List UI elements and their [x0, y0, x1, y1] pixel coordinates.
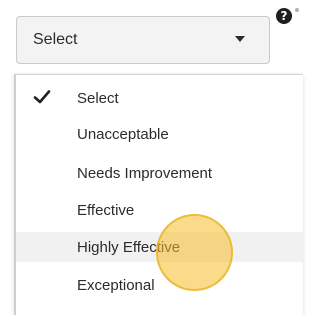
checkmark-icon	[33, 90, 51, 104]
option-unacceptable[interactable]: Unacceptable	[16, 120, 303, 148]
option-label: Select	[77, 89, 119, 107]
rating-select-widget: Select ? Select Unacceptable Needs Impro…	[0, 0, 303, 315]
select-dropdown-menu: Select Unacceptable Needs Improvement Ef…	[14, 74, 303, 315]
option-label: Highly Effective	[77, 238, 181, 256]
caret-down-icon	[235, 36, 245, 42]
option-effective[interactable]: Effective	[16, 196, 303, 224]
required-indicator	[295, 8, 299, 12]
option-label: Effective	[77, 201, 135, 219]
option-label: Unacceptable	[77, 125, 169, 143]
option-exceptional[interactable]: Exceptional	[16, 271, 303, 299]
option-highly-effective[interactable]: Highly Effective	[16, 232, 303, 262]
rating-select[interactable]: Select	[16, 16, 270, 64]
option-label: Needs Improvement	[77, 164, 213, 182]
option-select[interactable]: Select	[16, 84, 303, 112]
option-label: Exceptional	[77, 276, 155, 294]
option-needs-improvement[interactable]: Needs Improvement	[16, 159, 303, 187]
question-circle-icon[interactable]: ?	[276, 8, 292, 24]
select-current-value: Select	[33, 31, 78, 48]
